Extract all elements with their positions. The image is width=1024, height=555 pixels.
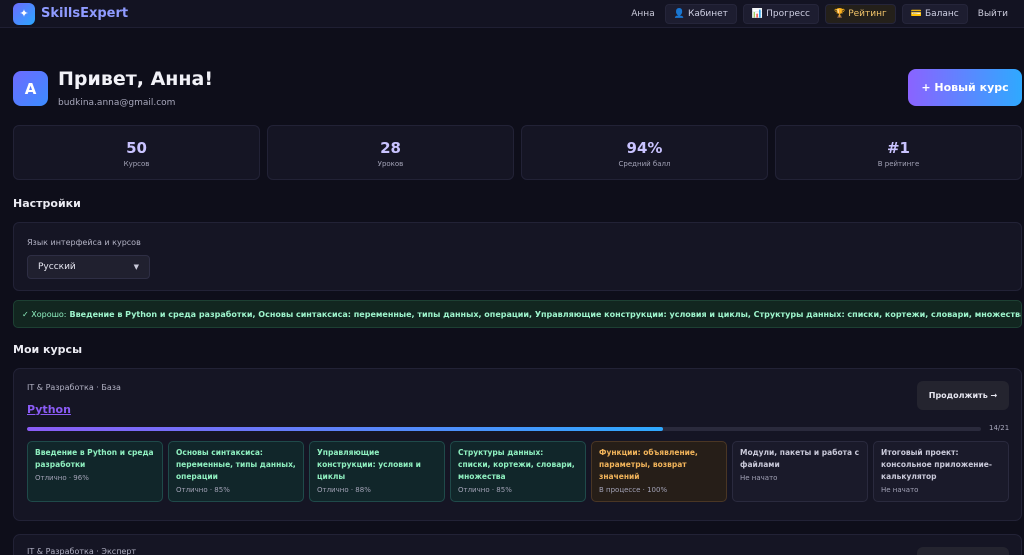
module-card[interactable]: Управляющие конструкции: условия и циклы… [309, 441, 445, 502]
module-status: Не начато [740, 474, 778, 482]
nav-menu: Анна 👤 Кабинет 📊 Прогресс 🏆 Рейтинг 💳 Ба… [631, 3, 1012, 24]
stat-rating: #1 В рейтинге [775, 125, 1022, 180]
nav-rating-label: Рейтинг [848, 8, 887, 19]
nav-balance-button[interactable]: 💳 Баланс [901, 3, 968, 24]
notice-text: Введение в Python и среда разработки, Ос… [69, 309, 1022, 319]
sparkle-logo-icon: ✦ [13, 2, 35, 25]
module-status: Отлично · 96% [35, 474, 89, 482]
module-title: Структуры данных: списки, кортежи, слова… [458, 448, 575, 481]
course-card: IT & Разработка · База Python Продолжить… [13, 368, 1022, 521]
module-card[interactable]: Основы синтаксиса: переменные, типы данн… [168, 441, 304, 502]
module-list: Введение в Python и среда разработки Отл… [27, 441, 1009, 502]
course-name-link[interactable]: Python [27, 403, 71, 416]
stat-label: Курсов [123, 160, 150, 168]
module-title: Основы синтаксиса: переменные, типы данн… [176, 448, 296, 481]
nav-balance-label: Баланс [924, 8, 959, 19]
module-card[interactable]: Введение в Python и среда разработки Отл… [27, 441, 163, 502]
nav-progress-button[interactable]: 📊 Прогресс [742, 3, 819, 24]
continue-button[interactable] [917, 547, 1009, 555]
language-label: Язык интерфейса и курсов [27, 238, 141, 247]
courses-title: Мои курсы [13, 343, 83, 356]
stat-label: Средний балл [618, 160, 671, 168]
nav-rating-button[interactable]: 🏆 Рейтинг [825, 3, 896, 24]
success-notice: ✓ Хорошо: Введение в Python и среда разр… [13, 300, 1022, 328]
chevron-down-icon: ▼ [133, 263, 139, 271]
brand-name: SkillsExpert [41, 6, 129, 21]
avatar: А [13, 71, 48, 106]
user-email: budkina.anna@gmail.com [58, 98, 176, 108]
page-title: Привет, Анна! [58, 68, 214, 90]
course-card: IT & Разработка · Эксперт [13, 534, 1022, 555]
top-nav-bar: ✦ SkillsExpert Анна 👤 Кабинет 📊 Прогресс… [0, 0, 1024, 28]
nav-cabinet-label: Кабинет [687, 8, 728, 19]
trophy-icon: 🏆 [834, 8, 846, 19]
settings-card: Язык интерфейса и курсов Русский ▼ [13, 222, 1022, 291]
course-meta: IT & Разработка · Эксперт [27, 547, 137, 555]
new-course-button[interactable]: + Новый курс [908, 69, 1022, 106]
module-status: В процессе · 100% [599, 486, 668, 494]
course-progress-fill [27, 427, 664, 431]
brand[interactable]: ✦ SkillsExpert [13, 2, 129, 25]
module-status: Отлично · 85% [176, 486, 230, 494]
progress-count: 14/21 [989, 424, 1010, 432]
module-title: Введение в Python и среда разработки [35, 448, 154, 469]
stat-value: #1 [886, 139, 910, 157]
logout-button[interactable]: Выйти [974, 9, 1012, 19]
continue-button[interactable]: Продолжить → [917, 381, 1009, 410]
module-card[interactable]: Функции: объявление, параметры, возврат … [591, 441, 727, 502]
user-icon: 👤 [673, 8, 685, 19]
module-card[interactable]: Структуры данных: списки, кортежи, слова… [450, 441, 586, 502]
module-title: Модули, пакеты и работа с файлами [740, 448, 860, 469]
card-icon: 💳 [910, 8, 922, 19]
stat-value: 28 [380, 139, 401, 157]
stat-value: 50 [126, 139, 147, 157]
language-select[interactable]: Русский ▼ [27, 255, 150, 279]
nav-progress-label: Прогресс [766, 8, 810, 19]
settings-title: Настройки [13, 197, 81, 210]
course-progress-bar [27, 427, 981, 431]
nav-username: Анна [631, 8, 655, 19]
module-title: Итоговый проект: консольное приложение-к… [881, 448, 992, 481]
module-card[interactable]: Итоговый проект: консольное приложение-к… [873, 441, 1009, 502]
module-title: Функции: объявление, параметры, возврат … [599, 448, 698, 481]
nav-cabinet-button[interactable]: 👤 Кабинет [664, 3, 737, 24]
stat-lessons: 28 Уроков [267, 125, 514, 180]
chart-icon: 📊 [751, 8, 764, 19]
stat-label: В рейтинге [877, 160, 920, 168]
module-card[interactable]: Модули, пакеты и работа с файлами Не нач… [732, 441, 868, 502]
stat-label: Уроков [377, 160, 404, 168]
language-select-value: Русский [38, 262, 76, 272]
module-status: Отлично · 85% [458, 486, 512, 494]
stat-average-score: 94% Средний балл [521, 125, 768, 180]
module-status: Отлично · 88% [317, 486, 371, 494]
stat-courses: 50 Курсов [13, 125, 260, 180]
notice-prefix: ✓ Хорошо: [22, 309, 67, 319]
stat-value: 94% [626, 139, 663, 157]
module-status: Не начато [881, 486, 919, 494]
course-meta: IT & Разработка · База [27, 383, 121, 392]
module-title: Управляющие конструкции: условия и циклы [317, 448, 421, 481]
